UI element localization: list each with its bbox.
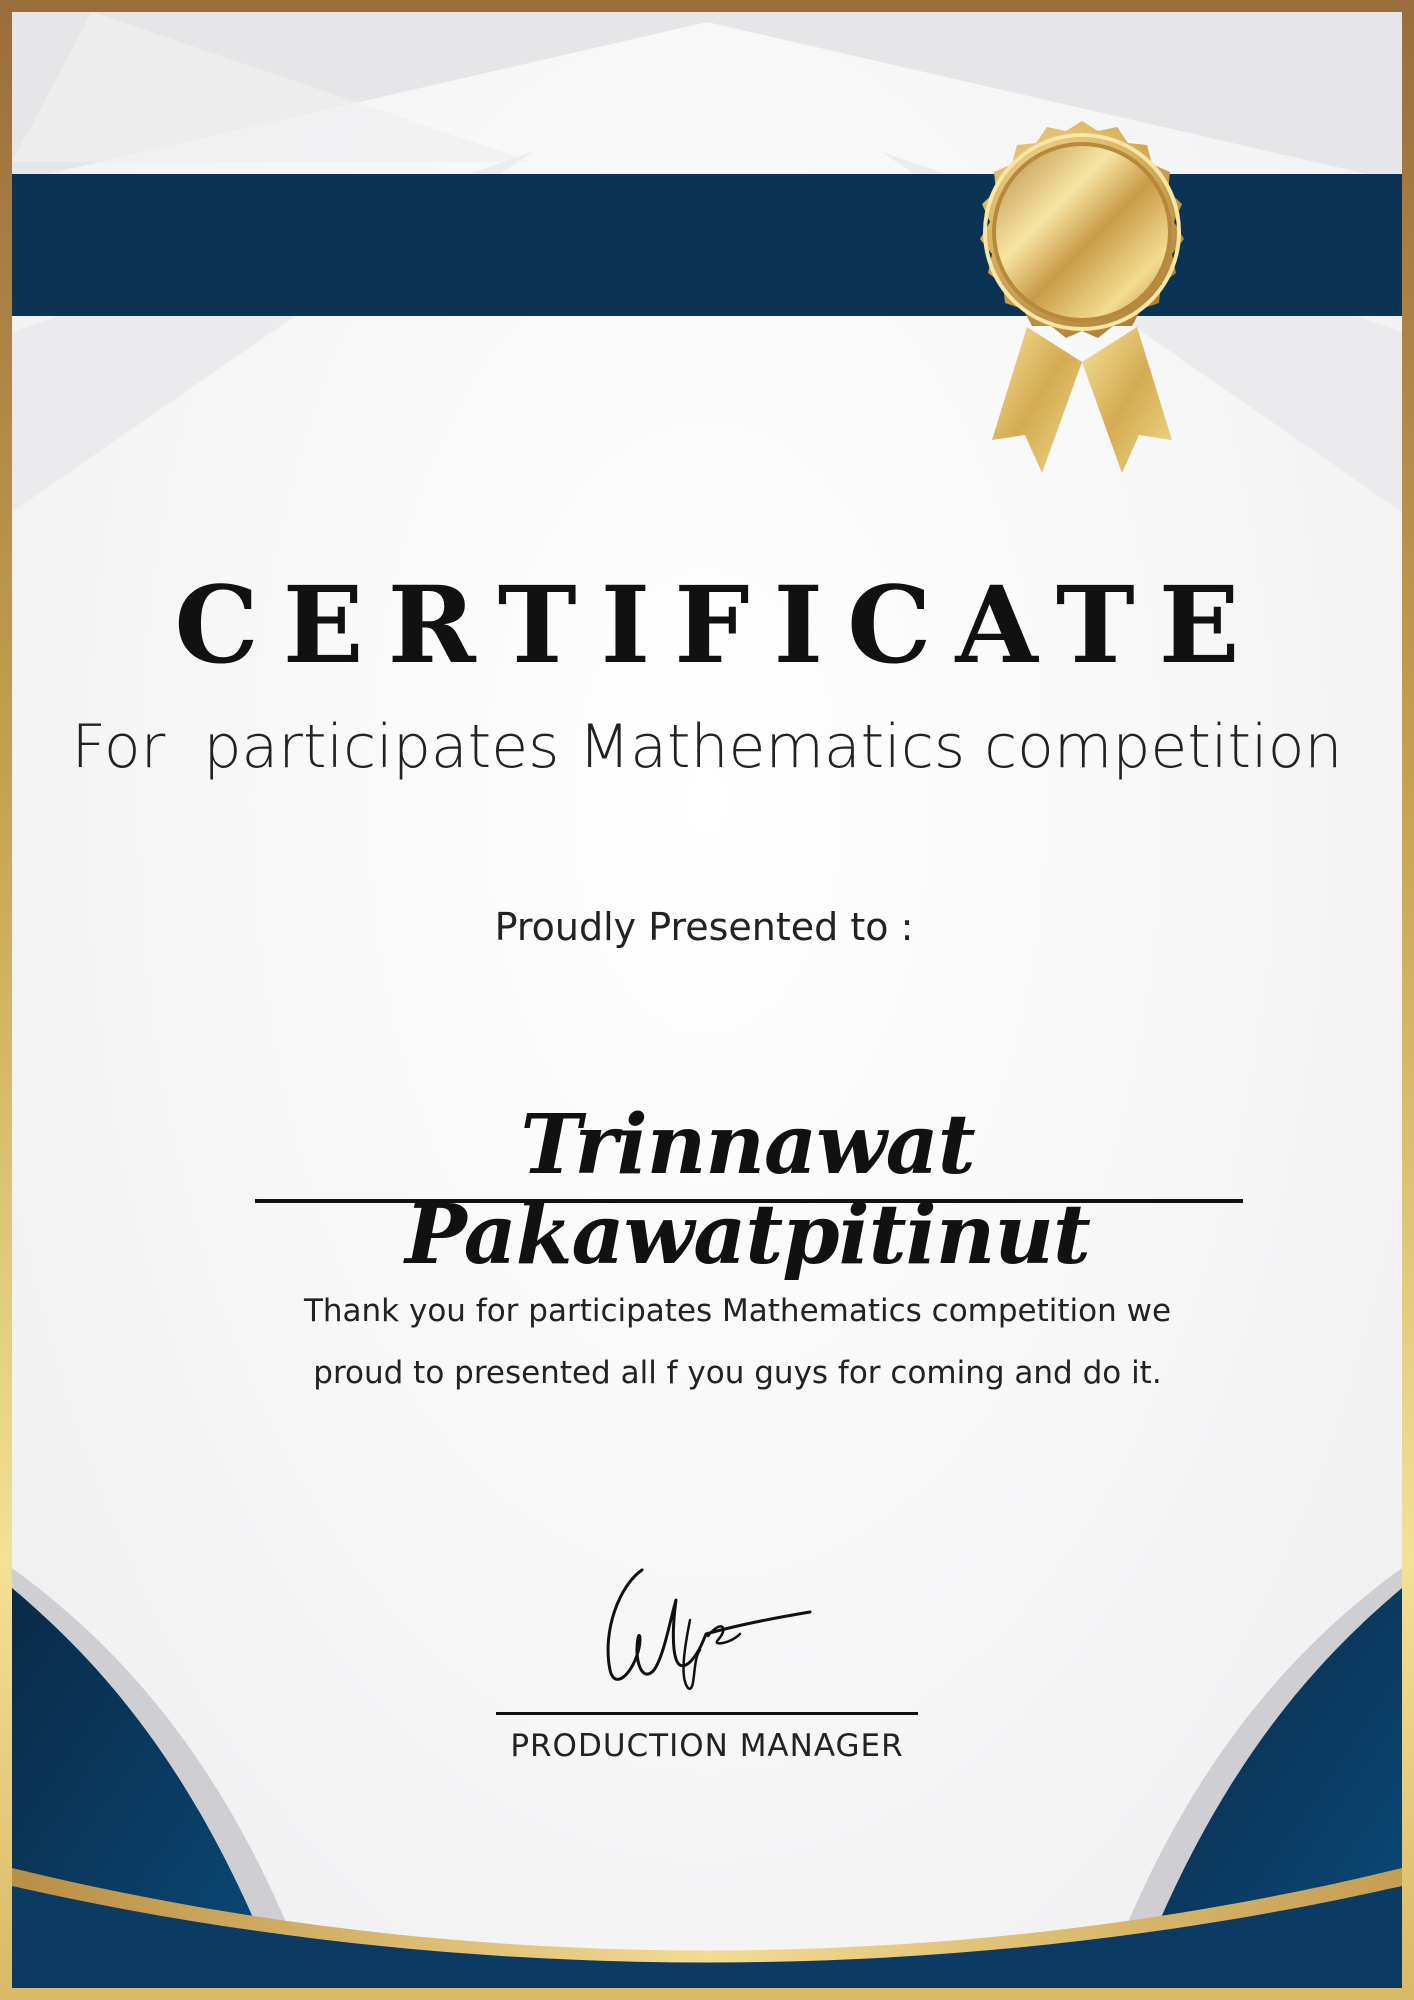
recipient-name: Trinnawat Pakawatpitinut xyxy=(405,1097,1091,1284)
certificate-subtitle: For participates Mathematics competition xyxy=(71,712,1343,782)
recipient-underline xyxy=(255,1199,1243,1203)
signatory-role: PRODUCTION MANAGER xyxy=(510,1728,904,1764)
certificate-page: CERTIFICATE For participates Mathematics… xyxy=(0,0,1414,2000)
signature-line xyxy=(496,1712,918,1715)
presented-to-label: Proudly Presented to : xyxy=(494,905,914,949)
certificate-message: Thank you for participates Mathematics c… xyxy=(280,1280,1195,1404)
gold-medal-ribbon-icon xyxy=(980,121,1184,473)
message-line-1: Thank you for participates Mathematics c… xyxy=(303,1293,1172,1329)
handwritten-signature xyxy=(606,1568,812,1690)
message-line-2: proud to presented all f you guys for co… xyxy=(313,1355,1162,1391)
certificate-title: CERTIFICATE xyxy=(174,562,1264,687)
